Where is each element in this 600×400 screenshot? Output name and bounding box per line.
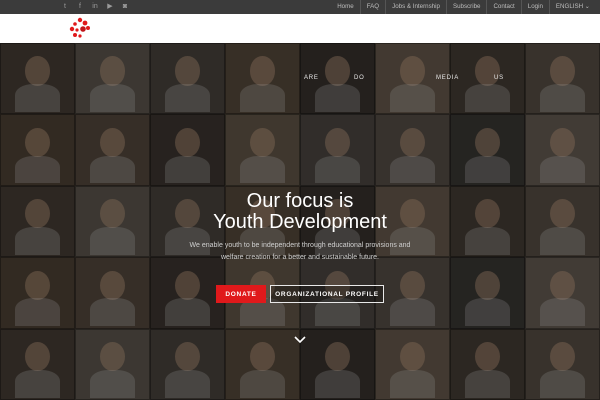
nav-about-us[interactable]: US — [494, 75, 504, 81]
site-header — [0, 14, 600, 43]
hero-navigation: ARE DO MEDIA US — [0, 75, 600, 87]
nav-what-we-do[interactable]: DO — [354, 75, 365, 81]
donate-button[interactable]: DONATE — [216, 285, 266, 303]
hero-subtitle: We enable youth to be independent throug… — [189, 242, 411, 261]
nav-home[interactable]: Home — [331, 0, 360, 14]
nav-media[interactable]: MEDIA — [436, 75, 459, 81]
facebook-icon[interactable]: f — [77, 3, 83, 10]
twitter-icon[interactable]: t — [62, 3, 68, 10]
site-logo[interactable] — [64, 14, 94, 43]
hero-title-line2: Youth Development — [213, 211, 387, 233]
instagram-icon[interactable]: ◙ — [122, 3, 128, 10]
nav-jobs-internship[interactable]: Jobs & Internship — [385, 0, 446, 14]
organizational-profile-button[interactable]: ORGANIZATIONAL PROFILE — [270, 285, 384, 303]
nav-subscribe[interactable]: Subscribe — [445, 0, 487, 14]
nav-contact[interactable]: Contact — [486, 0, 520, 14]
top-navigation: Home FAQ Jobs & Internship Subscribe Con… — [331, 0, 600, 14]
top-bar: t f in ▶ ◙ Home FAQ Jobs & Internship Su… — [0, 0, 600, 14]
hero-title-line1: Our focus is — [246, 190, 354, 212]
nav-who-we-are[interactable]: ARE — [304, 75, 319, 81]
language-selector[interactable]: ENGLISH ⌄ — [548, 0, 600, 14]
nav-faq[interactable]: FAQ — [359, 0, 385, 14]
youtube-icon[interactable]: ▶ — [107, 3, 113, 10]
linkedin-icon[interactable]: in — [92, 3, 98, 10]
hero-section: ARE DO MEDIA US Our focus is Youth Devel… — [0, 43, 600, 400]
social-links: t f in ▶ ◙ — [62, 0, 128, 14]
scroll-down-chevron-icon[interactable] — [293, 335, 307, 345]
nav-login[interactable]: Login — [520, 0, 549, 14]
